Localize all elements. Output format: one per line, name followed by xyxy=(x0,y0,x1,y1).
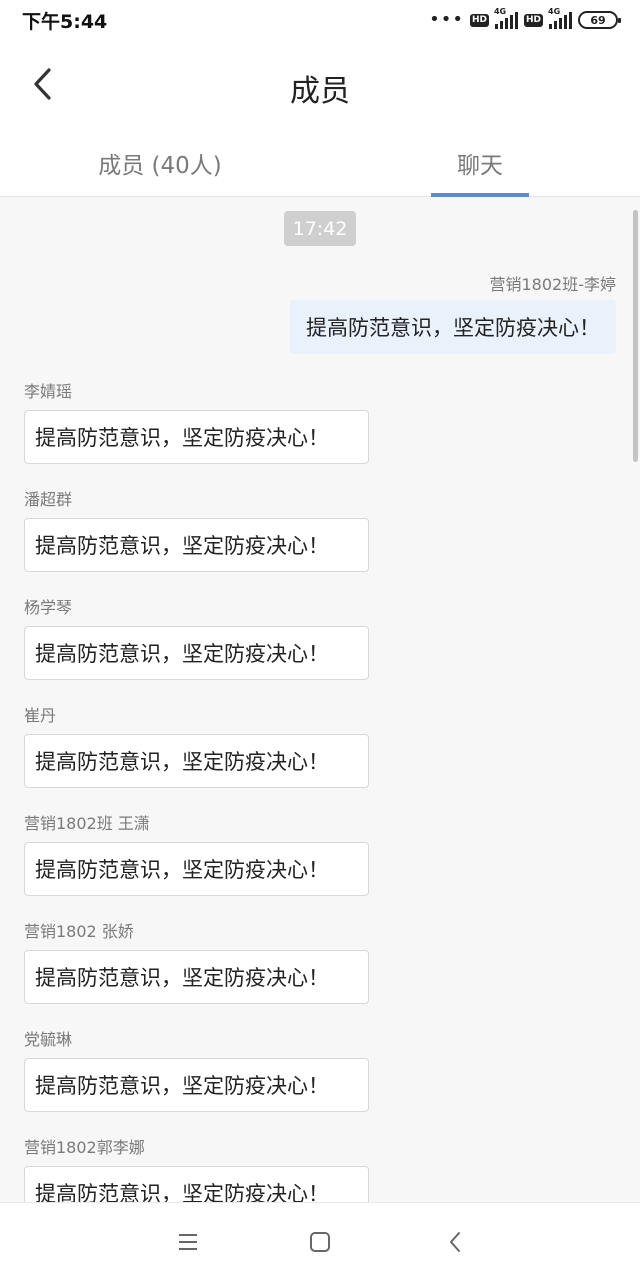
message-bubble[interactable]: 提高防范意识，坚定防疫决心！ xyxy=(24,626,369,680)
chat-message: 营销1802班 王潇 提高防范意识，坚定防疫决心！ xyxy=(24,810,369,896)
chat-message: 李婧瑶 提高防范意识，坚定防疫决心！ xyxy=(24,378,369,464)
active-tab-indicator xyxy=(431,193,529,197)
hd-icon-2: HD xyxy=(523,13,543,27)
own-message-bubble[interactable]: 提高防范意识，坚定防疫决心！ xyxy=(290,300,616,354)
own-sender-name: 营销1802班-李婷 xyxy=(489,275,617,294)
signal-icon: 4G xyxy=(494,7,518,29)
chat-message: 杨学琴 提高防范意识，坚定防疫决心！ xyxy=(24,594,369,680)
back-triangle-icon xyxy=(450,1232,460,1252)
signal-icon-2: 4G xyxy=(548,7,572,29)
message-sender: 李婧瑶 xyxy=(24,382,73,401)
scrollbar[interactable] xyxy=(633,210,638,462)
message-sender: 潘超群 xyxy=(24,490,73,509)
home-square-icon xyxy=(310,1232,330,1252)
chat-message: 营销1802 张娇 提高防范意识，坚定防疫决心！ xyxy=(24,918,369,1004)
chat-message: 党毓琳 提高防范意识，坚定防疫决心！ xyxy=(24,1026,369,1112)
home-button[interactable] xyxy=(305,1227,335,1257)
message-bubble[interactable]: 提高防范意识，坚定防疫决心！ xyxy=(24,842,369,896)
chat-area[interactable]: 17:42 营销1802班-李婷 提高防范意识，坚定防疫决心！ 李婧瑶 提高防范… xyxy=(0,198,640,1202)
status-bar: 下午5:44 ••• HD 4G HD 4G 69 xyxy=(0,0,640,40)
tab-chat-label: 聊天 xyxy=(457,153,503,179)
page-title: 成员 xyxy=(290,74,350,109)
more-dots-icon: ••• xyxy=(429,9,464,30)
chat-message: 潘超群 提高防范意识，坚定防疫决心！ xyxy=(24,486,369,572)
network-type-label: 4G xyxy=(493,7,507,16)
menu-button[interactable] xyxy=(173,1227,203,1257)
battery-icon: 69 xyxy=(578,11,621,29)
message-sender: 营销1802 张娇 xyxy=(24,922,134,941)
message-sender: 营销1802班 王潇 xyxy=(24,814,150,833)
message-sender: 党毓琳 xyxy=(24,1030,73,1049)
hd-icon: HD xyxy=(469,13,489,27)
header: 成员 xyxy=(0,40,640,130)
status-icons: ••• HD 4G HD 4G 69 xyxy=(429,7,621,30)
tab-members[interactable]: 成员 (40人) xyxy=(0,130,320,196)
chat-message: 营销1802郭李娜 提高防范意识，坚定防疫决心！ xyxy=(24,1134,369,1202)
message-sender: 杨学琴 xyxy=(24,598,73,617)
message-bubble[interactable]: 提高防范意识，坚定防疫决心！ xyxy=(24,1166,369,1202)
tab-bar: 成员 (40人) 聊天 xyxy=(0,130,640,197)
system-nav-bar xyxy=(0,1202,640,1280)
tab-chat[interactable]: 聊天 xyxy=(320,130,640,197)
message-bubble[interactable]: 提高防范意识，坚定防疫决心！ xyxy=(24,950,369,1004)
message-bubble[interactable]: 提高防范意识，坚定防疫决心！ xyxy=(24,410,369,464)
tab-members-label: 成员 (40人) xyxy=(98,153,222,179)
menu-icon xyxy=(179,1234,197,1250)
status-time: 下午5:44 xyxy=(22,10,108,33)
time-divider: 17:42 xyxy=(284,211,356,246)
message-sender: 营销1802郭李娜 xyxy=(24,1138,145,1157)
chat-message: 崔丹 提高防范意识，坚定防疫决心！ xyxy=(24,702,369,788)
message-bubble[interactable]: 提高防范意识，坚定防疫决心！ xyxy=(24,518,369,572)
network-type-label-2: 4G xyxy=(548,7,561,16)
nav-back-button[interactable] xyxy=(440,1227,470,1257)
message-bubble[interactable]: 提高防范意识，坚定防疫决心！ xyxy=(24,1058,369,1112)
message-sender: 崔丹 xyxy=(24,706,57,725)
message-bubble[interactable]: 提高防范意识，坚定防疫决心！ xyxy=(24,734,369,788)
